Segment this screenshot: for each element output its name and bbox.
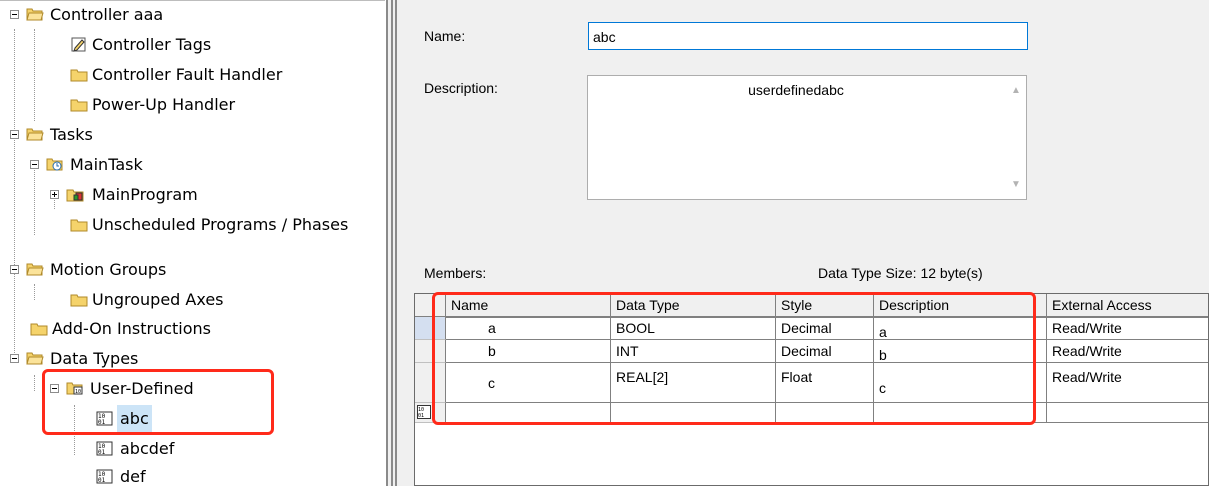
row-header[interactable] — [415, 363, 446, 403]
name-label: Name: — [424, 28, 466, 44]
member-style-cell[interactable]: Float — [776, 363, 874, 403]
scroll-down-icon[interactable]: ▼ — [1011, 180, 1021, 190]
open-folder-icon — [26, 128, 44, 141]
tree-line — [14, 29, 15, 359]
grid-corner — [415, 294, 446, 317]
member-style-cell[interactable]: Decimal — [776, 317, 874, 340]
tree-label: def — [120, 467, 146, 486]
new-row-cell[interactable] — [1047, 403, 1208, 423]
open-folder-icon — [26, 352, 44, 365]
member-type-cell[interactable]: BOOL — [611, 317, 776, 340]
collapse-icon[interactable] — [10, 130, 19, 139]
user-defined-folder-icon: 10 — [66, 382, 83, 395]
member-access-cell[interactable]: Read/Write — [1047, 340, 1208, 363]
column-header-description[interactable]: Description — [874, 294, 1047, 317]
members-grid[interactable]: Name Data Type Style Description Externa… — [414, 293, 1209, 486]
folder-icon — [30, 323, 48, 336]
tree-label: Ungrouped Axes — [92, 290, 224, 309]
tree-label: Controller Fault Handler — [92, 65, 283, 84]
column-header-external-access[interactable]: External Access — [1047, 294, 1208, 317]
controller-organizer-tree[interactable]: Controller aaa Controller Tags Controlle… — [0, 0, 385, 487]
folder-icon — [70, 219, 88, 232]
tree-label: MainProgram — [92, 185, 198, 204]
folder-icon — [70, 294, 88, 307]
member-description-cell[interactable]: a — [874, 317, 1047, 340]
task-icon — [46, 158, 63, 171]
tree-label: Tasks — [50, 125, 93, 144]
svg-text:10: 10 — [75, 389, 81, 395]
name-input[interactable]: abc — [588, 22, 1028, 50]
member-description-cell[interactable]: c — [874, 363, 1047, 403]
svg-text:01: 01 — [98, 477, 106, 484]
collapse-icon[interactable] — [30, 160, 39, 169]
program-icon — [66, 189, 84, 202]
expand-icon[interactable] — [50, 190, 59, 199]
tree-line — [34, 29, 35, 121]
member-access-cell[interactable]: Read/Write — [1047, 317, 1208, 340]
column-header-style[interactable]: Style — [776, 294, 874, 317]
scroll-up-icon[interactable]: ▲ — [1011, 86, 1021, 96]
folder-icon — [70, 99, 88, 112]
member-type-cell[interactable]: REAL[2] — [611, 363, 776, 403]
data-type-icon: 1001 — [96, 411, 113, 426]
open-folder-icon — [26, 263, 44, 276]
column-header-data-type[interactable]: Data Type — [611, 294, 776, 317]
description-textarea[interactable]: userdefinedabc ▲ ▼ — [587, 75, 1027, 200]
tree-label: Controller aaa — [50, 5, 164, 24]
collapse-icon[interactable] — [10, 265, 19, 274]
new-row-header[interactable]: 10 01 — [415, 403, 446, 423]
member-name-cell[interactable]: a — [446, 317, 611, 340]
member-access-cell[interactable]: Read/Write — [1047, 363, 1208, 403]
open-folder-icon — [26, 8, 44, 21]
svg-text:01: 01 — [418, 413, 424, 419]
tree-line — [74, 405, 75, 455]
description-label: Description: — [424, 80, 498, 96]
member-description-cell[interactable]: b — [874, 340, 1047, 363]
data-type-icon: 1001 — [96, 469, 113, 484]
tree-label: Add-On Instructions — [52, 319, 211, 338]
tags-icon — [71, 37, 86, 52]
tree-line — [34, 163, 35, 235]
data-type-size: Data Type Size: 12 byte(s) — [818, 265, 983, 281]
row-header[interactable] — [415, 317, 446, 340]
column-header-name[interactable]: Name — [446, 294, 611, 317]
tree-label: Unscheduled Programs / Phases — [92, 215, 349, 234]
new-row-cell[interactable] — [874, 403, 1047, 423]
data-type-icon: 1001 — [417, 405, 431, 419]
member-name-cell[interactable]: b — [446, 340, 611, 363]
data-type-editor: Name: abc Description: userdefinedabc ▲ … — [402, 0, 1209, 486]
data-type-icon: 1001 — [96, 441, 113, 456]
tree-label: Controller Tags — [92, 35, 212, 54]
tree-line — [34, 375, 35, 391]
tree-label: abcdef — [120, 439, 175, 458]
row-header[interactable] — [415, 340, 446, 363]
collapse-icon[interactable] — [10, 10, 19, 19]
tree-label: abc — [117, 405, 152, 433]
tree-line — [34, 284, 35, 300]
tree-label: User-Defined — [90, 379, 194, 398]
new-row-cell[interactable] — [611, 403, 776, 423]
tree-label: MainTask — [70, 155, 143, 174]
tree-label: Motion Groups — [50, 260, 167, 279]
member-type-cell[interactable]: INT — [611, 340, 776, 363]
pane-splitter[interactable] — [386, 0, 402, 486]
tree-label: Power-Up Handler — [92, 95, 236, 114]
new-row-cell[interactable] — [776, 403, 874, 423]
svg-text:01: 01 — [98, 419, 106, 426]
new-row-cell[interactable] — [446, 403, 611, 423]
folder-icon — [70, 69, 88, 82]
description-text: userdefinedabc — [748, 82, 844, 98]
collapse-icon[interactable] — [10, 354, 19, 363]
tree-label: Data Types — [50, 349, 139, 368]
svg-text:01: 01 — [98, 449, 106, 456]
collapse-icon[interactable] — [50, 384, 59, 393]
members-label: Members: — [424, 265, 487, 281]
description-scrollbar[interactable]: ▲ ▼ — [1006, 76, 1026, 199]
member-name-cell[interactable]: c — [446, 363, 611, 403]
member-style-cell[interactable]: Decimal — [776, 340, 874, 363]
